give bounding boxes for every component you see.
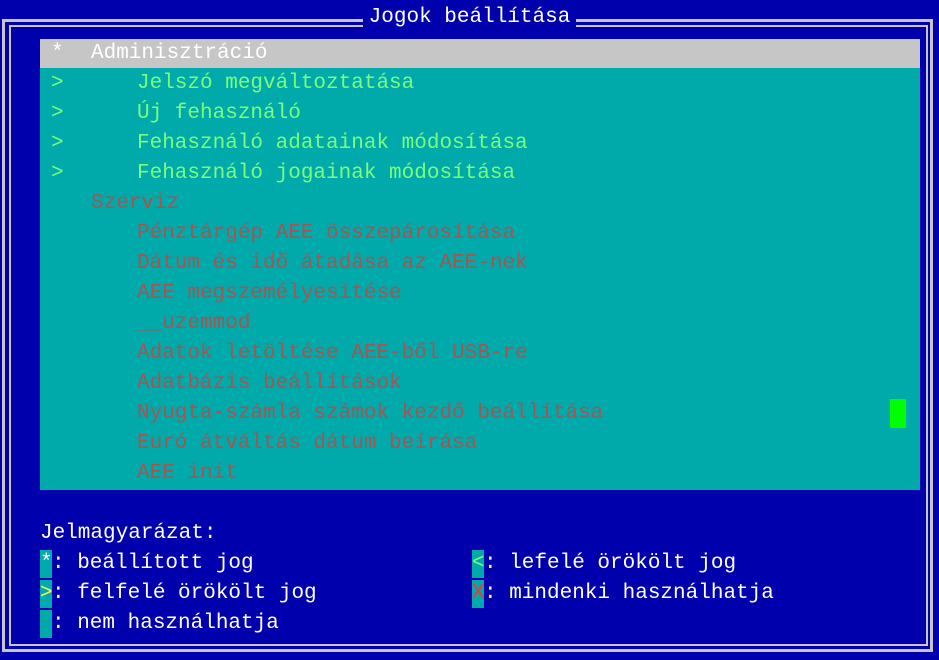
list-item-marker: *	[51, 42, 64, 65]
list-item-adminisztracio[interactable]: * Adminisztráció	[40, 39, 920, 68]
list-item-uzemmod[interactable]: __uzemmod	[40, 309, 920, 338]
list-item-jogok-modositasa[interactable]: > Fehasználó jogainak módosítása	[40, 159, 920, 188]
list-item-szerviz[interactable]: Szerviz	[40, 189, 920, 218]
legend-symbol-down: <	[472, 550, 485, 578]
list-item-adatbazis[interactable]: Adatbázis beállítások	[40, 369, 920, 398]
list-item-label: Fehasználó adatainak módosítása	[137, 132, 528, 155]
list-item-marker: >	[51, 102, 64, 125]
legend-symbol-up: >	[40, 580, 53, 608]
list-item-label: Szerviz	[91, 192, 180, 215]
legend-entry-up: >: felfelé örökölt jog	[40, 580, 317, 608]
rights-list[interactable]: * Adminisztráció > Jelszó megváltoztatás…	[40, 39, 920, 490]
list-item-nyugta-szamla[interactable]: Nyugta-számla számok kezdő beállítása	[40, 399, 920, 428]
list-item-label: AEE init	[137, 462, 238, 485]
list-item-datum-ido[interactable]: Dátum és idő átadása az AEE-nek	[40, 249, 920, 278]
legend-title: Jelmagyarázat:	[40, 522, 217, 545]
list-item-label: Pénztárgép AEE összepárosítása	[137, 222, 516, 245]
legend-entry-down: <: lefelé örökölt jog	[472, 550, 736, 578]
list-item-marker: >	[51, 132, 64, 155]
legend-symbol-none	[40, 610, 52, 638]
legend-entry-set: *: beállított jog	[40, 550, 254, 578]
list-item-label: Adatbázis beállítások	[137, 372, 402, 395]
list-item-uj-fehasznalo[interactable]: > Új fehasználó	[40, 99, 920, 128]
legend-symbol-everyone: X	[472, 580, 485, 608]
legend-entry-none: : nem használhatja	[40, 610, 279, 638]
legend-text-none: : nem használhatja	[52, 612, 279, 635]
list-item-label: Új fehasználó	[137, 102, 301, 125]
legend-entry-everyone: X: mindenki használhatja	[472, 580, 774, 608]
legend-text-down: : lefelé örökölt jog	[484, 552, 737, 575]
list-item-label: Nyugta-számla számok kezdő beállítása	[137, 402, 604, 425]
list-item-jelszo[interactable]: > Jelszó megváltoztatása	[40, 69, 920, 98]
legend-text-up: : felfelé örökölt jog	[52, 582, 317, 605]
list-item-label: Fehasználó jogainak módosítása	[137, 162, 516, 185]
list-item-label: Dátum és idő átadása az AEE-nek	[137, 252, 528, 275]
list-item-aee-init[interactable]: AEE init	[40, 459, 920, 488]
list-item-label: Adminisztráció	[91, 42, 268, 65]
legend-text-set: : beállított jog	[52, 552, 254, 575]
list-item-label: Euró átváltás dátum beírása	[137, 432, 478, 455]
list-item-label: AEE megszemélyesítése	[137, 282, 402, 305]
legend-symbol-set: *	[40, 550, 53, 578]
list-item-adatok-modositasa[interactable]: > Fehasználó adatainak módosítása	[40, 129, 920, 158]
list-item-label: __uzemmod	[137, 312, 251, 335]
list-item-penztargep[interactable]: Pénztárgép AEE összepárosítása	[40, 219, 920, 248]
list-item-label: Jelszó megváltoztatása	[137, 72, 415, 95]
list-item-megszemelyesites[interactable]: AEE megszemélyesítése	[40, 279, 920, 308]
list-item-label: Adatok letöltése AEE-ből USB-re	[137, 342, 528, 365]
list-item-marker: >	[51, 162, 64, 185]
list-item-marker: >	[51, 72, 64, 95]
legend-text-everyone: : mindenki használhatja	[484, 582, 774, 605]
text-cursor	[890, 399, 906, 428]
list-item-adatok-letoltese[interactable]: Adatok letöltése AEE-ből USB-re	[40, 339, 920, 368]
list-item-euro[interactable]: Euró átváltás dátum beírása	[40, 429, 920, 458]
